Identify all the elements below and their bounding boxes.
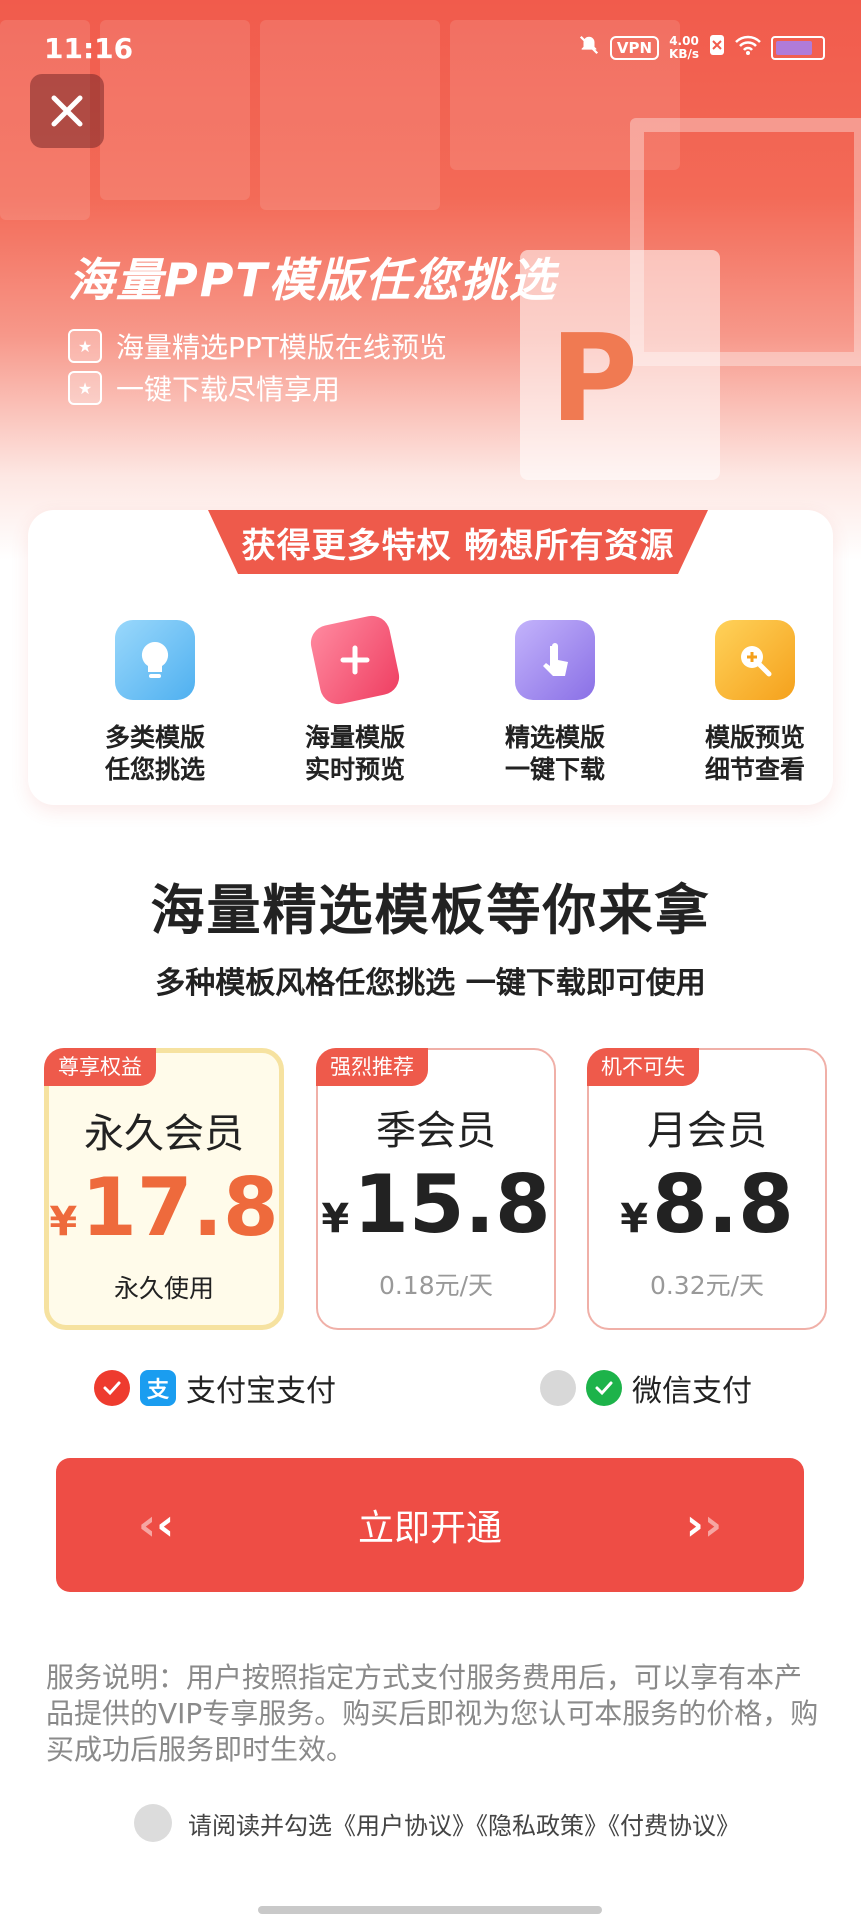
plan-tag: 机不可失: [587, 1048, 699, 1086]
wifi-icon: [735, 35, 761, 60]
privilege-item-details: 模版预览 细节查看: [670, 620, 840, 786]
status-bar: 11:16 VPN 4.00 KB/s: [0, 0, 861, 100]
plan-price: ¥8.8: [589, 1160, 825, 1264]
close-button[interactable]: [30, 74, 104, 148]
chevron-left-icon: ‹‹: [138, 1499, 175, 1551]
alipay-icon: 支: [140, 1370, 176, 1406]
plan-price: ¥17.8: [49, 1163, 279, 1267]
privilege-label: 多类模版 任您挑选: [104, 723, 205, 784]
plan-name: 月会员: [647, 1108, 767, 1154]
page-headline: 海量精选模板等你来拿: [150, 879, 711, 942]
chevron-right-icon: ››: [685, 1499, 722, 1551]
hero-title: 海量PPT模版任您挑选: [68, 253, 557, 307]
star-badge-icon: ★: [68, 371, 102, 405]
privileges-card: 获得更多特权 畅想所有资源 多类模版 任您挑选 海量模版 实时预览 精选模版 一…: [28, 510, 833, 805]
lightbulb-icon: [115, 620, 195, 700]
status-time: 11:16: [44, 32, 134, 65]
plan-price-value: 17.8: [81, 1161, 279, 1254]
service-description: 服务说明：用户按照指定方式支付服务费用后，可以享有本产品提供的VIP专享服务。购…: [46, 1661, 819, 1766]
currency-symbol: ¥: [49, 1199, 78, 1245]
plan-price: ¥15.8: [318, 1160, 554, 1264]
plan-price-value: 8.8: [652, 1158, 794, 1251]
speed-unit: KB/s: [669, 46, 699, 61]
magnifier-icon: [715, 620, 795, 700]
hero-bullet-1: ★ 海量精选PPT模版在线预览: [68, 326, 447, 366]
agreement-checkbox[interactable]: [134, 1804, 172, 1842]
privilege-item-download: 精选模版 一键下载: [470, 620, 640, 786]
plan-note: 0.32元/天: [649, 1271, 765, 1300]
plan-name: 季会员: [376, 1108, 496, 1154]
vpn-icon: VPN: [609, 35, 660, 60]
speed-value: 4.00: [669, 33, 699, 48]
ppt-logo-icon: P: [550, 310, 638, 449]
privilege-item-preview: 海量模版 实时预览: [270, 612, 440, 786]
status-icons: VPN 4.00 KB/s: [578, 34, 825, 61]
currency-symbol: ¥: [321, 1196, 350, 1242]
plus-icon: [307, 612, 403, 708]
plan-tag: 强烈推荐: [316, 1048, 428, 1086]
payment-label: 微信支付: [632, 1374, 752, 1409]
star-badge-icon: ★: [68, 329, 102, 363]
plan-card-quarterly[interactable]: 强烈推荐 季会员 ¥15.8 0.18元/天: [316, 1048, 556, 1330]
agreement-text[interactable]: 请阅读并勾选《用户协议》《隐私政策》《付费协议》: [188, 1806, 740, 1841]
network-speed: 4.00 KB/s: [669, 33, 699, 61]
plan-tag: 尊享权益: [44, 1048, 156, 1086]
payment-option-wechat[interactable]: 微信支付: [540, 1366, 752, 1410]
hero-bullet-text: 一键下载尽情享用: [116, 373, 341, 406]
touch-icon: [515, 620, 595, 700]
privilege-label: 模版预览 细节查看: [704, 723, 805, 784]
battery-icon: [771, 35, 825, 60]
privileges-banner: 获得更多特权 畅想所有资源: [208, 510, 708, 574]
privilege-item-categories: 多类模版 任您挑选: [70, 620, 240, 786]
bell-off-icon: [578, 34, 600, 61]
no-sim-icon: [709, 34, 725, 61]
check-icon: [94, 1370, 130, 1406]
plan-card-monthly[interactable]: 机不可失 月会员 ¥8.8 0.32元/天: [587, 1048, 827, 1330]
page-subheadline: 多种模板风格任您挑选 一键下载即可使用: [155, 966, 706, 1001]
wechat-icon: [586, 1370, 622, 1406]
subscribe-button-label: 立即开通: [357, 1508, 502, 1549]
currency-symbol: ¥: [620, 1196, 649, 1242]
privilege-label: 海量模版 实时预览: [304, 723, 405, 784]
home-indicator[interactable]: [258, 1906, 602, 1914]
plan-note: 永久使用: [113, 1274, 214, 1303]
privilege-label: 精选模版 一键下载: [504, 723, 605, 784]
radio-unselected-icon: [540, 1370, 576, 1406]
plan-card-lifetime[interactable]: 尊享权益 永久会员 ¥17.8 永久使用: [44, 1048, 284, 1330]
close-icon: [51, 95, 83, 127]
hero-bullet-2: ★ 一键下载尽情享用: [68, 368, 340, 408]
payment-label: 支付宝支付: [186, 1374, 336, 1409]
subscribe-button[interactable]: ‹‹ 立即开通 ››: [56, 1458, 804, 1592]
payment-option-alipay[interactable]: 支 支付宝支付: [94, 1366, 336, 1410]
agreement-row[interactable]: 请阅读并勾选《用户协议》《隐私政策》《付费协议》: [134, 1804, 740, 1842]
hero-bullet-text: 海量精选PPT模版在线预览: [116, 331, 447, 364]
plan-note: 0.18元/天: [378, 1271, 494, 1300]
plan-price-value: 15.8: [353, 1158, 551, 1251]
plan-name: 永久会员: [84, 1111, 244, 1157]
